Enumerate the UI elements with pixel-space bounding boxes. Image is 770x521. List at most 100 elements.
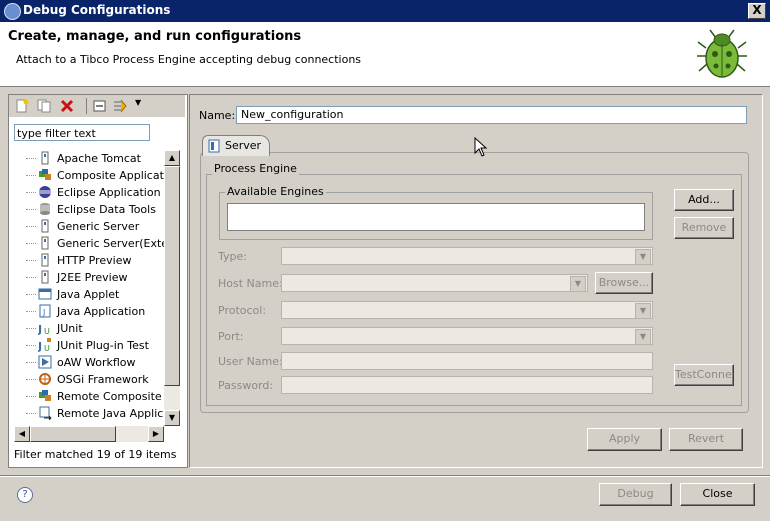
scroll-right-button[interactable]: ▶ [148,426,164,442]
revert-button[interactable]: Revert [669,428,743,451]
eclipse-app-icon [4,3,21,20]
tree-connector [26,328,36,329]
available-engines-list[interactable] [227,203,645,231]
tree-item-label: JUnit [57,322,83,335]
list-toolbar: ▼ [9,95,185,117]
window-close-button[interactable]: X [748,3,766,19]
server-icon [41,253,49,267]
protocol-label: Protocol: [218,304,267,317]
dropdown-arrow-icon[interactable]: ▼ [135,98,141,107]
tree-connector [26,192,36,193]
header-title: Create, manage, and run configurations [8,29,302,44]
host-name-combo[interactable]: ▼ [281,274,588,292]
filter-input[interactable]: type filter text [14,124,150,141]
tree-connector [26,226,36,227]
workflow-icon [38,355,52,369]
type-label: Type: [218,250,247,263]
tree-item[interactable]: J Java Application [14,303,164,320]
tree-item[interactable]: Remote Composite Ap [14,388,164,405]
chevron-down-icon[interactable]: ▼ [635,249,651,265]
toolbar-separator [86,98,87,114]
tab-label: Server [225,139,262,152]
tree-item-label: Eclipse Data Tools [57,203,156,216]
tree-connector [26,311,36,312]
tab-server[interactable]: Server [202,135,270,156]
scroll-down-button[interactable]: ▼ [164,410,180,426]
tree-item[interactable]: Generic Server(Extern [14,235,164,252]
tree-connector [26,294,36,295]
applet-icon [38,288,52,300]
tree-item[interactable]: Remote Java Applicati [14,405,164,422]
name-input[interactable]: New_configuration [236,106,747,124]
tree-item[interactable]: oAW Workflow [14,354,164,371]
collapse-all-icon[interactable] [93,99,107,113]
tree-item[interactable]: J U JUnit [14,320,164,337]
tree-item-label: Generic Server(Extern [57,237,164,250]
name-label: Name: [199,109,236,122]
server-icon [41,151,49,165]
password-label: Password: [218,379,274,392]
tree-item-label: Generic Server [57,220,140,233]
close-button[interactable]: Close [680,483,755,506]
dialog-header: Create, manage, and run configurations A… [0,22,770,87]
debug-button[interactable]: Debug [599,483,672,506]
tree-item[interactable]: Apache Tomcat [14,150,164,167]
protocol-select[interactable]: ▼ [281,301,653,319]
tree-connector [26,243,36,244]
user-name-label: User Name: [218,355,283,368]
horizontal-scroll-thumb[interactable] [30,426,116,442]
add-button[interactable]: Add... [674,189,734,211]
tree-item[interactable]: Java Applet [14,286,164,303]
tree-item[interactable]: HTTP Preview [14,252,164,269]
tree-connector [26,277,36,278]
remote-java-icon [39,406,52,420]
tree-item-label: Composite Application [57,169,164,182]
bug-icon [697,29,747,78]
configuration-tree[interactable]: Apache Tomcat Composite Application Eclips… [14,150,164,426]
title-bar: Debug Configurations [0,0,770,22]
tree-connector [26,379,36,380]
server-icon [41,219,49,233]
new-configuration-icon[interactable] [15,99,29,113]
scroll-up-button[interactable]: ▲ [164,150,180,166]
user-name-input[interactable] [281,352,653,370]
tree-item-label: Apache Tomcat [57,152,141,165]
filter-status: Filter matched 19 of 19 items [14,448,177,461]
tree-horizontal-scrollbar[interactable]: ◀ ▶ [14,426,164,442]
database-icon [40,203,50,215]
tree-item[interactable]: Eclipse Data Tools [14,201,164,218]
tree-item-label: JUnit Plug-in Test [57,339,149,352]
tree-item[interactable]: Eclipse Application [14,184,164,201]
chevron-down-icon[interactable]: ▼ [635,303,651,319]
port-select[interactable]: ▼ [281,327,653,345]
tree-item[interactable]: Composite Application [14,167,164,184]
apply-button[interactable]: Apply [587,428,662,451]
header-subtitle: Attach to a Tibco Process Engine accepti… [16,53,362,66]
tree-connector [26,175,36,176]
chevron-down-icon[interactable]: ▼ [635,329,651,345]
filter-icon[interactable] [113,99,127,113]
password-input[interactable] [281,376,653,394]
tree-item[interactable]: OSGi Framework [14,371,164,388]
tree-connector [26,413,36,414]
browse-button[interactable]: Browse... [595,272,653,294]
tree-connector [26,362,36,363]
tree-connector [26,209,36,210]
chevron-down-icon[interactable]: ▼ [570,276,586,292]
tree-vertical-scrollbar[interactable]: ▲ ▼ [164,150,180,426]
duplicate-icon[interactable] [37,99,51,113]
tree-item[interactable]: Generic Server [14,218,164,235]
tree-item[interactable]: J U JUnit Plug-in Test [14,337,164,354]
svg-text:J: J [42,308,45,317]
tree-item[interactable]: J2EE Preview [14,269,164,286]
remove-button[interactable]: Remove [674,217,734,239]
test-connection-button[interactable]: TestConnec [674,364,734,386]
eclipse-icon [39,186,51,198]
delete-icon[interactable] [60,99,74,113]
scroll-thumb[interactable] [164,166,180,386]
type-select[interactable]: ▼ [281,247,653,265]
scroll-left-button[interactable]: ◀ [14,426,30,442]
composite-app-icon [39,169,51,180]
tree-item-label: Eclipse Application [57,186,161,199]
help-icon[interactable]: ? [17,487,33,503]
